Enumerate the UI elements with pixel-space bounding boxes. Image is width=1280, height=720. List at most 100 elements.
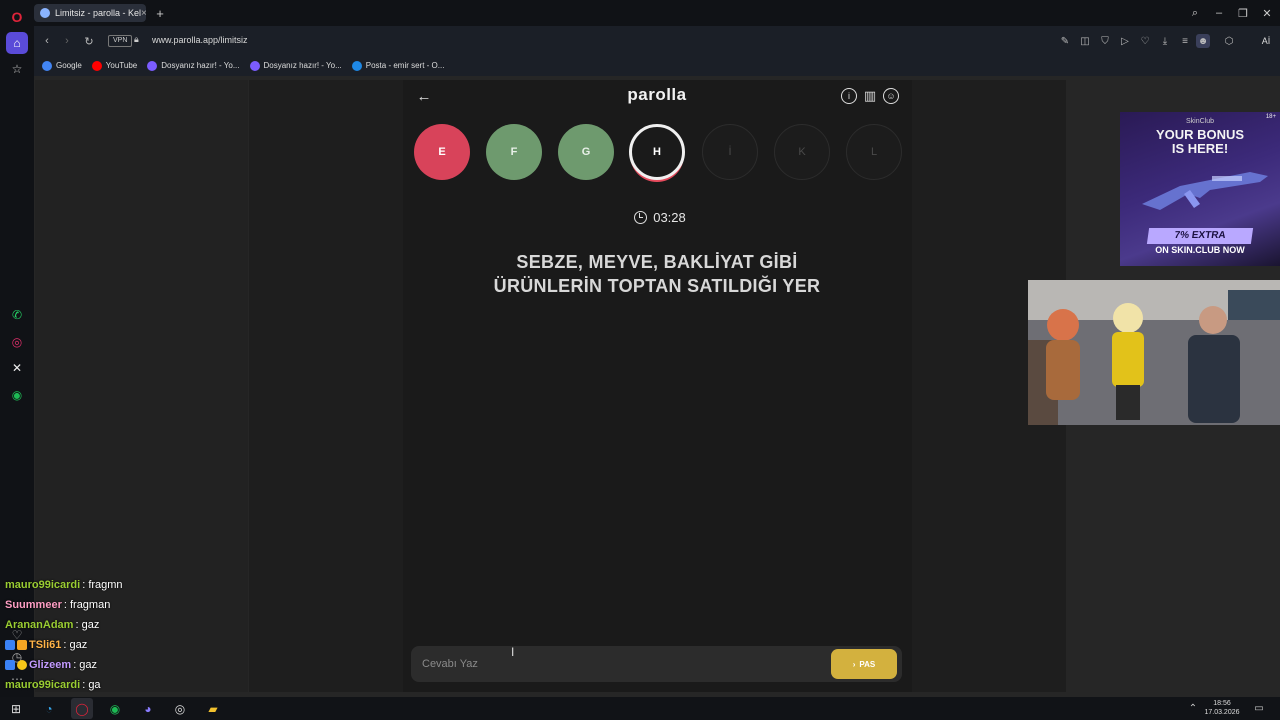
answer-bar: › PAS — [411, 646, 902, 682]
timer: 03:28 — [620, 210, 700, 225]
x-twitter-icon[interactable]: ✕ — [6, 357, 28, 379]
chat-message: ArananAdam : gaz — [5, 615, 245, 635]
mail-icon — [351, 60, 362, 71]
minimize-icon[interactable]: – — [1208, 4, 1230, 22]
app-taskbar-icon[interactable]: ◕ — [137, 698, 159, 719]
bookmark-google[interactable]: Google — [42, 60, 82, 71]
text-cursor-icon: I — [511, 645, 515, 659]
question-line-1: SEBZE, MEYVE, BAKLİYAT GİBİ — [516, 252, 798, 272]
bookmark-dosya-2[interactable]: Dosyanız hazır! - Yo... — [249, 60, 342, 71]
spotify-icon[interactable]: ◉ — [6, 384, 28, 406]
chat-message: Glizeem : gaz — [5, 655, 245, 675]
ad-rating: 18+ — [1265, 114, 1276, 120]
question-text: SEBZE, MEYVE, BAKLİYAT GİBİ ÜRÜNLERİN TO… — [440, 250, 874, 298]
letter-circle-h: H — [629, 124, 685, 180]
chat-overlay: mauro99icardi : fragmn Suummeer : fragma… — [5, 575, 245, 695]
obs-taskbar-icon[interactable]: ◎ — [169, 698, 191, 719]
instagram-icon[interactable]: ◎ — [6, 331, 28, 353]
ad-brand: SkinClub — [1185, 118, 1214, 125]
notifications-icon[interactable]: ▭ — [1248, 698, 1270, 719]
taskbar-clock[interactable]: 18:56 17.03.2026 — [1202, 699, 1242, 717]
opera-logo-icon[interactable]: O — [6, 6, 28, 28]
spotify-taskbar-icon[interactable]: ◉ — [104, 698, 126, 719]
info-icon[interactable]: i — [841, 88, 857, 104]
chat-message: mauro99icardi : fragmn — [5, 575, 245, 595]
chevron-right-icon: › — [852, 659, 856, 669]
tab-favicon-icon — [40, 8, 50, 18]
ad-extra-badge: 7% EXTRA — [1146, 228, 1254, 244]
chat-text: : gaz — [63, 639, 88, 651]
tab-close-icon[interactable]: × — [141, 8, 146, 19]
reload-icon[interactable]: ↻ — [80, 32, 98, 50]
chat-message: mauro99icardi : ga — [5, 675, 245, 695]
shield-icon[interactable]: ⛉ — [1098, 34, 1112, 48]
bookmark-dosya-1[interactable]: Dosyanız hazır! - Yo... — [147, 60, 240, 71]
chat-badge-icon — [5, 640, 15, 650]
new-tab-button[interactable]: + — [152, 5, 168, 21]
extensions-icon[interactable]: ⬡ — [1222, 34, 1236, 48]
chat-badge-icon — [17, 660, 27, 670]
address-bar-row: ‹ › ↻ VPN 🔒︎ www.parolla.app/limitsiz ✎ … — [34, 26, 1280, 55]
profile-icon[interactable]: ☺ — [883, 88, 899, 104]
tab-active[interactable]: Limitsiz - parolla - Kel × — [34, 4, 146, 22]
clock-date: 17.03.2026 — [1204, 709, 1240, 716]
edit-icon[interactable]: ✎ — [1058, 34, 1072, 48]
chat-badge-icon — [17, 640, 27, 650]
aria-ai-button[interactable]: Aİ — [1252, 32, 1280, 50]
question-line-2: ÜRÜNLERİN TOPTAN SATILDIĞI YER — [493, 276, 821, 296]
letter-circle-e: E — [414, 124, 470, 180]
close-window-icon[interactable]: ✕ — [1256, 4, 1278, 22]
whatsapp-icon[interactable]: ✆ — [6, 304, 28, 326]
stats-icon[interactable]: ▥ — [862, 88, 878, 104]
edge-icon[interactable]: ◔ — [38, 698, 60, 719]
bookmark-youtube[interactable]: YouTube — [91, 60, 137, 71]
download-icon[interactable]: ⤓ — [1158, 34, 1172, 48]
app2-taskbar-icon[interactable]: ▰ — [202, 698, 224, 719]
chat-text: : ga — [82, 679, 101, 691]
lock-icon[interactable]: 🔒︎ — [134, 34, 139, 45]
chat-username: mauro99icardi — [5, 679, 81, 691]
search-tabs-icon[interactable]: ⌕ — [1184, 4, 1206, 22]
home-icon[interactable]: ⌂ — [6, 32, 28, 54]
letter-circle-k: K — [774, 124, 830, 180]
webcam-image — [1028, 280, 1280, 425]
pass-label: PAS — [859, 659, 876, 669]
google-icon — [42, 60, 52, 71]
tab-bar: Limitsiz - parolla - Kel × + ⌕ – ❐ ✕ — [34, 0, 1280, 26]
profile-icon[interactable]: ☻ — [1196, 34, 1210, 48]
tray-chevron-up-icon[interactable]: ⌃ — [1182, 698, 1204, 719]
left-gutter — [249, 80, 403, 692]
heart-icon[interactable]: ♡ — [1138, 34, 1152, 48]
chat-text: : fragman — [63, 599, 111, 611]
chat-username: Glizeem — [29, 659, 72, 671]
windows-start-icon[interactable]: ⊞ — [5, 698, 27, 719]
menu-icon[interactable]: ≡ — [1178, 34, 1192, 48]
play-icon[interactable]: ▷ — [1118, 34, 1132, 48]
answer-input[interactable] — [411, 646, 811, 682]
tab-title: Limitsiz - parolla - Kel — [55, 8, 142, 18]
restore-icon[interactable]: ❐ — [1232, 4, 1254, 22]
ad-headline-1: YOUR BONUS — [1155, 127, 1245, 142]
youtube-icon — [91, 60, 102, 71]
pass-button[interactable]: › PAS — [831, 649, 897, 679]
star-icon[interactable]: ☆ — [6, 58, 28, 80]
vpn-badge[interactable]: VPN — [108, 35, 133, 47]
chat-text: : gaz — [73, 659, 98, 671]
bookmarks-bar: Google YouTube Dosyanız hazır! - Yo... D… — [34, 55, 1280, 76]
url-field[interactable]: www.parolla.app/limitsiz — [152, 35, 248, 45]
chat-username: Suummeer — [5, 599, 62, 611]
letter-circle-l: L — [846, 124, 902, 180]
back-arrow-icon[interactable]: ← — [414, 86, 434, 106]
chat-username: ArananAdam — [5, 619, 74, 631]
chat-username: TSli61 — [29, 639, 62, 651]
back-icon[interactable]: ‹ — [38, 32, 56, 50]
opera-taskbar-icon[interactable]: ◯ — [71, 698, 93, 719]
camera-icon[interactable]: ◫ — [1078, 34, 1092, 48]
rifle-illustration-icon — [1142, 172, 1268, 210]
forward-icon[interactable]: › — [58, 32, 76, 50]
ad-banner[interactable]: SkinClub 18+ YOUR BONUS IS HERE! 7% EXTR… — [1120, 112, 1280, 266]
chat-text: : fragmn — [82, 579, 123, 591]
bookmark-posta[interactable]: Posta - emir sert - O... — [351, 60, 444, 71]
chat-username: mauro99icardi — [5, 579, 81, 591]
parolla-logo: parolla — [627, 85, 687, 104]
